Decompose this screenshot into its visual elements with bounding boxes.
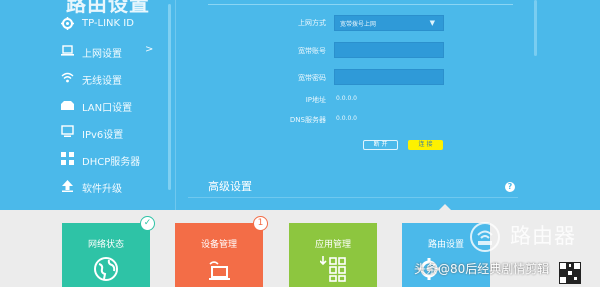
sidebar-item-dhcp[interactable]: DHCP服务器 [0, 146, 166, 172]
sidebar-item-label: TP-LINK ID [82, 18, 134, 29]
divider [208, 4, 513, 5]
disconnect-button[interactable]: 断 开 [363, 140, 398, 150]
caret-down-icon: ▼ [429, 19, 435, 27]
connect-button[interactable]: 连 接 [408, 140, 443, 150]
sidebar-item-wireless[interactable]: 无线设置 [0, 65, 166, 91]
wifi-icon [61, 72, 74, 83]
active-tile-pointer [439, 204, 451, 210]
chevron-right-icon: > [145, 44, 154, 55]
tile-label: 设备管理 [200, 240, 237, 250]
router-logo-icon [470, 222, 500, 252]
sidebar-item-label: LAN口设置 [82, 103, 133, 114]
status-badge: ✓ [140, 216, 155, 231]
sidebar-item-label: 无线设置 [82, 76, 122, 87]
sidebar-item-lan[interactable]: LAN口设置 [0, 92, 166, 118]
sidebar-scrollbar[interactable] [168, 4, 171, 190]
sidebar-item-label: IPv6设置 [82, 130, 124, 141]
laptop-icon [61, 45, 74, 56]
account-input[interactable] [334, 42, 444, 58]
connection-type-label: 上网方式 [298, 19, 326, 27]
content-scrollbar[interactable] [534, 0, 537, 56]
divider [175, 0, 176, 210]
password-label: 宽带密码 [298, 74, 326, 82]
sidebar-item-label: DHCP服务器 [82, 157, 141, 168]
globe-icon [94, 257, 118, 281]
advanced-settings-title: 高级设置 [208, 180, 252, 193]
tile-device-management[interactable]: 设备管理 [175, 223, 263, 287]
sidebar: 路由设置 TP-LINK ID 上网设置 > 无线设置 LAN口设置 IPv6设… [0, 0, 173, 210]
dns-value: 0.0.0.0 [336, 115, 357, 122]
app-grid-icon [320, 256, 346, 282]
sidebar-item-label: 软件升级 [82, 184, 122, 195]
tile-app-management[interactable]: 应用管理 [289, 223, 377, 287]
password-input[interactable] [334, 69, 444, 85]
watermark-site: 路由器 [510, 224, 576, 248]
count-badge: 1 [253, 216, 268, 231]
tile-label: 应用管理 [314, 240, 351, 250]
tile-network-status[interactable]: 网络状态 [62, 223, 150, 287]
main-panel: 路由设置 TP-LINK ID 上网设置 > 无线设置 LAN口设置 IPv6设… [0, 0, 600, 210]
sidebar-item-upgrade[interactable]: 软件升级 [0, 173, 166, 199]
sidebar-item-label: 上网设置 [82, 49, 122, 60]
sidebar-item-internet[interactable]: 上网设置 > [0, 38, 166, 64]
ip-label: IP地址 [305, 96, 326, 104]
connection-type-select[interactable]: 宽带拨号上网 ▼ [334, 15, 444, 31]
laptop-wifi-icon [209, 261, 230, 280]
sidebar-item-tplink-id[interactable]: TP-LINK ID [0, 11, 166, 37]
qr-code-icon [559, 262, 581, 284]
monitor-icon [61, 125, 74, 137]
gear-icon [61, 17, 74, 30]
dhcp-icon [61, 152, 74, 165]
divider [188, 197, 518, 198]
connection-type-value: 宽带拨号上网 [340, 20, 377, 28]
lan-icon [61, 101, 74, 110]
tile-label: 网络状态 [87, 240, 124, 250]
sidebar-item-ipv6[interactable]: IPv6设置 [0, 119, 166, 145]
watermark-text: 头条@80后经典剧情剪辑 [414, 262, 550, 276]
ip-value: 0.0.0.0 [336, 95, 357, 102]
upload-icon [62, 180, 73, 192]
account-label: 宽带账号 [298, 47, 326, 55]
help-icon[interactable]: ? [505, 182, 515, 192]
dns-label: DNS服务器 [289, 116, 326, 124]
